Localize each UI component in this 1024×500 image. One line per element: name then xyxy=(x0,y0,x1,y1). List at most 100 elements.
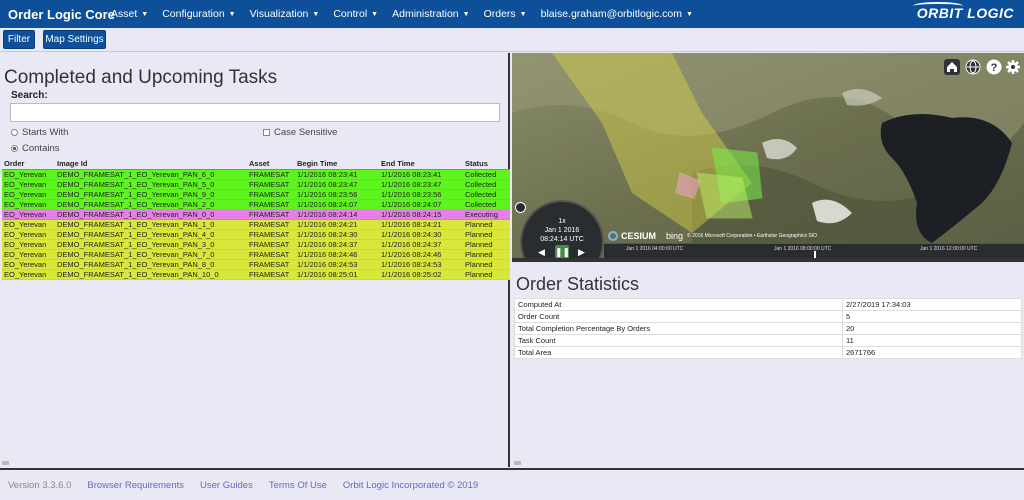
nav-item-control[interactable]: Control ▼ xyxy=(326,0,385,28)
cell-order: EO_Yerevan xyxy=(2,259,55,270)
help-icon[interactable]: ? xyxy=(985,58,1003,76)
table-row[interactable]: EO_Yerevan DEMO_FRAMESAT_1_EO_Yerevan_PAN… xyxy=(2,169,510,180)
play-button[interactable]: ▶ xyxy=(578,247,585,258)
column-header-image-id[interactable]: Image Id xyxy=(55,158,247,170)
caret-down-icon: ▼ xyxy=(141,10,149,18)
cesium-logo-icon xyxy=(608,231,618,241)
table-row[interactable]: EO_Yerevan DEMO_FRAMESAT_1_EO_Yerevan_PAN… xyxy=(2,219,510,230)
cesium-label: CESIUM xyxy=(621,231,657,241)
nav-item-asset[interactable]: Asset ▼ xyxy=(104,0,155,28)
starts-with-radio[interactable]: Starts With xyxy=(11,127,68,138)
table-row[interactable]: EO_Yerevan DEMO_FRAMESAT_1_EO_Yerevan_PAN… xyxy=(2,269,510,280)
stat-value: 2/27/2019 17:34:03 xyxy=(842,298,1022,311)
cell-status: Collected xyxy=(463,199,510,210)
cell-order: EO_Yerevan xyxy=(2,239,55,250)
filter-button[interactable]: Filter xyxy=(3,30,35,49)
pause-button[interactable]: ❚❚ xyxy=(555,245,570,259)
cell-end-time: 1/1/2016 08:24:37 xyxy=(379,239,463,250)
table-row[interactable]: EO_Yerevan DEMO_FRAMESAT_1_EO_Yerevan_PAN… xyxy=(2,249,510,260)
cell-end-time: 1/1/2016 08:24:07 xyxy=(379,199,463,210)
globe-icon[interactable] xyxy=(964,58,982,76)
resize-handle[interactable] xyxy=(2,461,9,465)
stat-label: Task Count xyxy=(514,334,843,347)
cell-begin-time: 1/1/2016 08:23:41 xyxy=(295,169,379,180)
column-header-begin-time[interactable]: Begin Time xyxy=(295,158,379,170)
map-settings-button[interactable]: Map Settings xyxy=(43,30,106,49)
resize-handle[interactable] xyxy=(514,461,521,465)
cell-asset: FRAMESAT xyxy=(247,189,295,200)
nav-item-administration[interactable]: Administration ▼ xyxy=(385,0,476,28)
table-row[interactable]: EO_Yerevan DEMO_FRAMESAT_1_EO_Yerevan_PAN… xyxy=(2,199,510,210)
nav-item-label: Control xyxy=(333,8,368,20)
user-guides-link[interactable]: User Guides xyxy=(200,480,253,491)
settings-icon[interactable] xyxy=(1004,58,1022,76)
clock-date: Jan 1 2016 xyxy=(544,227,580,234)
column-header-asset[interactable]: Asset xyxy=(247,158,295,170)
cell-asset: FRAMESAT xyxy=(247,259,295,270)
starts-with-label: Starts With xyxy=(22,127,69,138)
cell-status: Planned xyxy=(463,239,510,250)
cell-begin-time: 1/1/2016 08:24:21 xyxy=(295,219,379,230)
browser-requirements-link[interactable]: Browser Requirements xyxy=(87,480,184,491)
table-row[interactable]: EO_Yerevan DEMO_FRAMESAT_1_EO_Yerevan_PAN… xyxy=(2,179,510,190)
table-row[interactable]: EO_Yerevan DEMO_FRAMESAT_1_EO_Yerevan_PAN… xyxy=(2,209,510,220)
cell-image-id: DEMO_FRAMESAT_1_EO_Yerevan_PAN_8_0 xyxy=(55,259,247,270)
home-icon[interactable] xyxy=(943,58,961,76)
cell-end-time: 1/1/2016 08:24:30 xyxy=(379,229,463,240)
cell-asset: FRAMESAT xyxy=(247,199,295,210)
top-navbar: Order Logic Core Asset ▼ Configuration ▼ V… xyxy=(0,0,1024,28)
copyright-link[interactable]: Orbit Logic Incorporated © 2019 xyxy=(343,480,478,491)
cell-begin-time: 1/1/2016 08:24:30 xyxy=(295,229,379,240)
table-row[interactable]: EO_Yerevan DEMO_FRAMESAT_1_EO_Yerevan_PAN… xyxy=(2,239,510,250)
cell-order: EO_Yerevan xyxy=(2,179,55,190)
clock-time: 08:24:14 UTC xyxy=(540,236,584,243)
cell-begin-time: 1/1/2016 08:24:14 xyxy=(295,209,379,220)
cell-order: EO_Yerevan xyxy=(2,269,55,280)
terms-of-use-link[interactable]: Terms Of Use xyxy=(269,480,327,491)
footer: Version 3.3.6.0 Browser Requirements Use… xyxy=(0,468,1024,500)
cell-asset: FRAMESAT xyxy=(247,229,295,240)
cell-end-time: 1/1/2016 08:23:41 xyxy=(379,169,463,180)
contains-radio[interactable]: Contains xyxy=(11,143,60,154)
table-row[interactable]: EO_Yerevan DEMO_FRAMESAT_1_EO_Yerevan_PAN… xyxy=(2,189,510,200)
cell-status: Collected xyxy=(463,169,510,180)
search-input[interactable] xyxy=(10,103,500,122)
cell-asset: FRAMESAT xyxy=(247,249,295,260)
contains-label: Contains xyxy=(22,143,60,154)
stat-row: Computed At 2/27/2019 17:34:03 xyxy=(514,298,1022,311)
cell-end-time: 1/1/2016 08:23:56 xyxy=(379,189,463,200)
app-brand[interactable]: Order Logic Core xyxy=(0,7,115,22)
cesium-map-view[interactable]: ? 1x Jan 1 2016 08:24:14 UTC ◀ ❚❚ ▶ CESI… xyxy=(512,53,1024,260)
column-header-status[interactable]: Status xyxy=(463,158,510,170)
cell-image-id: DEMO_FRAMESAT_1_EO_Yerevan_PAN_10_0 xyxy=(55,269,247,280)
cell-begin-time: 1/1/2016 08:24:37 xyxy=(295,239,379,250)
cell-begin-time: 1/1/2016 08:24:53 xyxy=(295,259,379,270)
table-row[interactable]: EO_Yerevan DEMO_FRAMESAT_1_EO_Yerevan_PAN… xyxy=(2,259,510,270)
stat-label: Computed At xyxy=(514,298,843,311)
column-header-end-time[interactable]: End Time xyxy=(379,158,463,170)
cell-begin-time: 1/1/2016 08:24:07 xyxy=(295,199,379,210)
nav-item-configuration[interactable]: Configuration ▼ xyxy=(155,0,242,28)
nav-item-visualization[interactable]: Visualization ▼ xyxy=(243,0,327,28)
stat-row: Order Count 5 xyxy=(514,310,1022,323)
cell-order: EO_Yerevan xyxy=(2,219,55,230)
case-sensitive-checkbox[interactable]: Case Sensitive xyxy=(263,127,337,138)
clock-icon[interactable] xyxy=(515,202,526,213)
svg-text:?: ? xyxy=(991,62,998,74)
nav-item-label: Administration xyxy=(392,8,459,20)
radio-button[interactable] xyxy=(11,129,18,136)
caret-down-icon: ▼ xyxy=(519,10,527,18)
column-header-order[interactable]: Order xyxy=(2,158,55,170)
stat-row: Total Area 2671766 xyxy=(514,346,1022,359)
checkbox[interactable] xyxy=(263,129,270,136)
table-row[interactable]: EO_Yerevan DEMO_FRAMESAT_1_EO_Yerevan_PAN… xyxy=(2,229,510,240)
map-attribution: © 2016 Microsoft Corporation • Earthstar… xyxy=(687,233,817,239)
radio-button-selected[interactable] xyxy=(11,145,18,152)
nav-item-orders[interactable]: Orders ▼ xyxy=(477,0,534,28)
stat-value: 20 xyxy=(842,322,1022,335)
rewind-button[interactable]: ◀ xyxy=(538,247,545,258)
order-statistics-table: Computed At 2/27/2019 17:34:03 Order Count… xyxy=(514,298,1022,359)
cell-status: Planned xyxy=(463,259,510,270)
nav-item-user-account[interactable]: blaise.graham@orbitlogic.com ▼ xyxy=(534,0,700,28)
cell-begin-time: 1/1/2016 08:23:47 xyxy=(295,179,379,190)
